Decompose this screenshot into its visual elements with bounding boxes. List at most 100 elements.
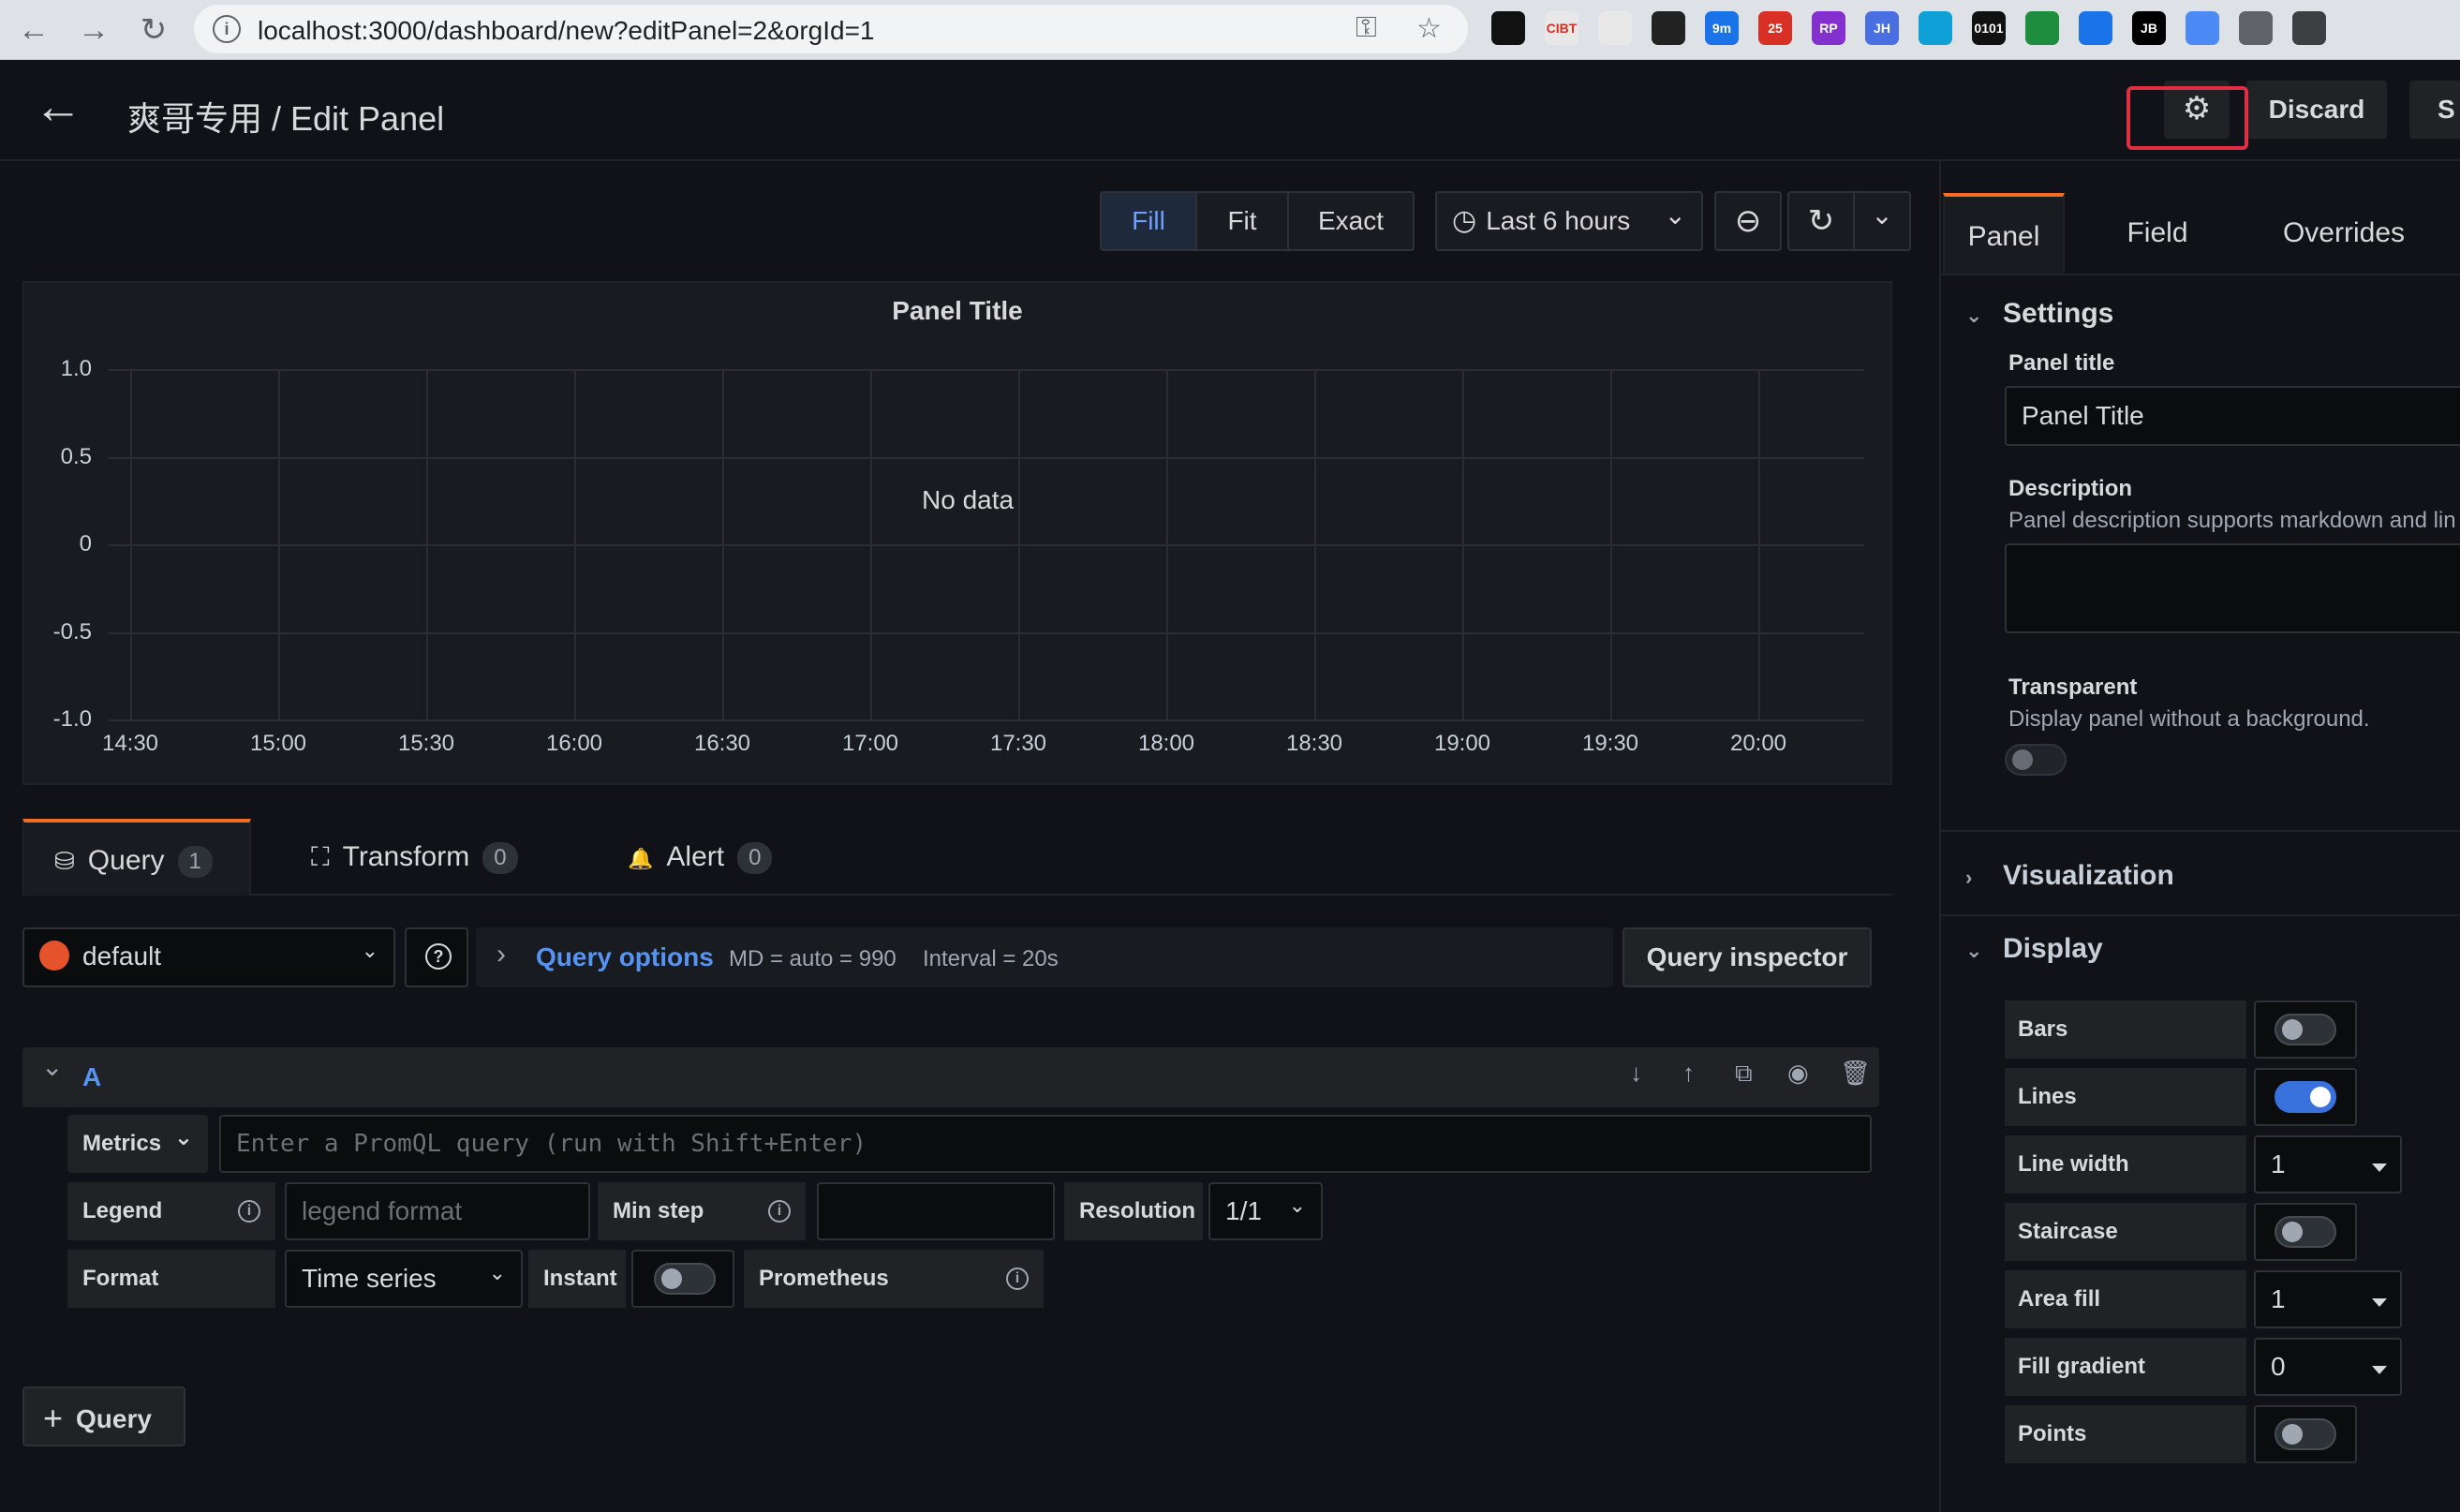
database-icon: ⛁: [54, 847, 75, 875]
ext-rp-icon[interactable]: RP: [1812, 11, 1845, 45]
collapse-chevron-icon[interactable]: ⌄: [41, 1051, 63, 1082]
time-range-label: Last 6 hours: [1486, 206, 1631, 235]
page-title: 爽哥专用 / Edit Panel: [127, 99, 445, 138]
prometheus-info-icon[interactable]: i: [1006, 1267, 1029, 1290]
metrics-browser-button[interactable]: Metrics ⌄: [67, 1115, 208, 1173]
x-tick-label: 18:30: [1285, 731, 1343, 756]
browser-forward-icon[interactable]: →: [73, 9, 114, 51]
exact-mode-button[interactable]: Exact: [1287, 191, 1415, 251]
bars-toggle[interactable]: [2275, 1014, 2336, 1045]
query-options-label[interactable]: Query options: [536, 942, 714, 972]
max-data-points: MD = auto = 990: [729, 946, 897, 971]
y-gridline: [109, 544, 1864, 546]
ext-shield-icon[interactable]: [2025, 11, 2059, 45]
browser-back-icon[interactable]: ←: [13, 9, 54, 51]
staircase-toggle-box[interactable]: [2254, 1203, 2357, 1261]
caret-down-icon: [2372, 1298, 2387, 1307]
resolution-select[interactable]: 1/1 ⌄: [1208, 1182, 1323, 1240]
github-ext-icon[interactable]: [1491, 11, 1525, 45]
display-section-header[interactable]: ⌄ Display: [1965, 933, 2103, 965]
y-gridline: [109, 719, 1864, 721]
trash-icon[interactable]: 🗑: [1840, 1059, 1871, 1088]
promql-query-input[interactable]: Enter a PromQL query (run with Shift+Ent…: [219, 1115, 1872, 1173]
panel-title-input[interactable]: Panel Title: [2005, 386, 2460, 446]
datasource-help-button[interactable]: ?: [405, 927, 468, 987]
back-to-dashboard-icon[interactable]: ←: [34, 82, 82, 131]
ext-red-icon[interactable]: [1598, 11, 1632, 45]
move-up-icon[interactable]: ↑: [1682, 1059, 1695, 1088]
caret-down-icon: [2372, 1164, 2387, 1172]
datasource-picker[interactable]: default ⌄: [22, 927, 395, 987]
save-button[interactable]: S: [2409, 81, 2460, 139]
transparent-toggle[interactable]: [2005, 744, 2067, 776]
toggle-knob: [661, 1268, 682, 1289]
fill-mode-button[interactable]: Fill: [1100, 191, 1197, 251]
staircase-toggle[interactable]: [2275, 1216, 2336, 1248]
query-count-badge: 1: [177, 846, 213, 879]
points-toggle[interactable]: [2275, 1418, 2336, 1450]
tab-alert[interactable]: 🔔 Alert 0: [628, 819, 834, 896]
min-step-info-icon[interactable]: i: [768, 1200, 791, 1223]
query-row-header[interactable]: ⌄ A ↓ ↑ ⧉ ◉ 🗑: [22, 1047, 1879, 1107]
ext-25-icon[interactable]: 25: [1758, 11, 1792, 45]
lines-toggle[interactable]: [2275, 1081, 2336, 1113]
address-bar[interactable]: i localhost:3000/dashboard/new?editPanel…: [194, 5, 1468, 53]
tab-panel[interactable]: Panel: [1943, 193, 2065, 274]
ext-jb-icon[interactable]: JB: [2132, 11, 2166, 45]
ext-color-icon[interactable]: [1652, 11, 1685, 45]
area-fill-select[interactable]: 1: [2254, 1270, 2402, 1328]
refresh-interval-dropdown[interactable]: ⌄: [1853, 191, 1911, 251]
metrics-label: Metrics: [82, 1131, 162, 1156]
add-query-button[interactable]: + Query: [22, 1386, 185, 1446]
tab-transform[interactable]: ⛶ Transform 0: [311, 819, 555, 896]
ext-9m-icon[interactable]: 9m: [1705, 11, 1739, 45]
zoom-out-button[interactable]: ⊖: [1714, 191, 1782, 251]
password-key-icon[interactable]: ⚿: [1356, 12, 1377, 44]
duplicate-icon[interactable]: ⧉: [1735, 1059, 1753, 1089]
ext-pen-icon[interactable]: [2186, 11, 2219, 45]
ext-globe-icon[interactable]: [2239, 11, 2273, 45]
ext-binary-icon[interactable]: 0101: [1972, 11, 2006, 45]
ext-jh-icon[interactable]: JH: [1865, 11, 1899, 45]
site-info-icon[interactable]: i: [213, 15, 241, 43]
move-down-icon[interactable]: ↓: [1630, 1059, 1642, 1088]
eye-icon[interactable]: ◉: [1787, 1059, 1809, 1088]
x-tick-label: 16:30: [693, 731, 751, 756]
ext-filter-icon[interactable]: [1919, 11, 1952, 45]
ext-cibt-icon[interactable]: CIBT: [1545, 11, 1578, 45]
url-text[interactable]: localhost:3000/dashboard/new?editPanel=2…: [258, 16, 875, 46]
visualization-header-label: Visualization: [2003, 860, 2174, 891]
query-inspector-button[interactable]: Query inspector: [1623, 927, 1872, 987]
instant-toggle-box[interactable]: [631, 1250, 734, 1308]
ext-blue-icon[interactable]: [2079, 11, 2112, 45]
line-width-value: 1: [2271, 1149, 2286, 1178]
query-options-bar[interactable]: › Query options MD = auto = 990 Interval…: [476, 927, 1613, 987]
tab-field[interactable]: Field: [2097, 193, 2218, 274]
browser-reload-icon[interactable]: ↻: [133, 9, 174, 51]
bars-toggle-box[interactable]: [2254, 1001, 2357, 1059]
bookmark-star-icon[interactable]: ☆: [1416, 12, 1442, 45]
time-range-picker[interactable]: ◷ Last 6 hours ⌄: [1435, 191, 1703, 251]
format-select[interactable]: Time series ⌄: [285, 1250, 523, 1308]
description-textarea[interactable]: [2005, 543, 2460, 633]
instant-toggle[interactable]: [654, 1263, 716, 1295]
fit-mode-button[interactable]: Fit: [1195, 191, 1289, 251]
tab-overrides[interactable]: Overrides: [2250, 193, 2438, 274]
points-label: Points: [2005, 1405, 2246, 1463]
legend-format-input[interactable]: legend format: [285, 1182, 590, 1240]
graph-panel[interactable]: Panel Title 1.0 0.5 0 -0.5 -1.0 14:30 15:00 15…: [22, 281, 1892, 785]
refresh-button[interactable]: ↻: [1787, 191, 1855, 251]
query-ref-id[interactable]: A: [82, 1062, 101, 1092]
ext-qr-icon[interactable]: [2292, 11, 2326, 45]
visualization-section-header[interactable]: › Visualization: [1965, 860, 2174, 892]
caret-down-icon: [2372, 1366, 2387, 1374]
fill-gradient-select[interactable]: 0: [2254, 1338, 2402, 1396]
line-width-select[interactable]: 1: [2254, 1135, 2402, 1193]
settings-section-header[interactable]: ⌄ Settings: [1965, 298, 2113, 330]
points-toggle-box[interactable]: [2254, 1405, 2357, 1463]
discard-button[interactable]: Discard: [2246, 81, 2387, 139]
tab-query[interactable]: ⛁ Query 1: [22, 819, 251, 896]
min-step-input[interactable]: [817, 1182, 1055, 1240]
legend-info-icon[interactable]: i: [238, 1200, 260, 1223]
lines-toggle-box[interactable]: [2254, 1068, 2357, 1126]
